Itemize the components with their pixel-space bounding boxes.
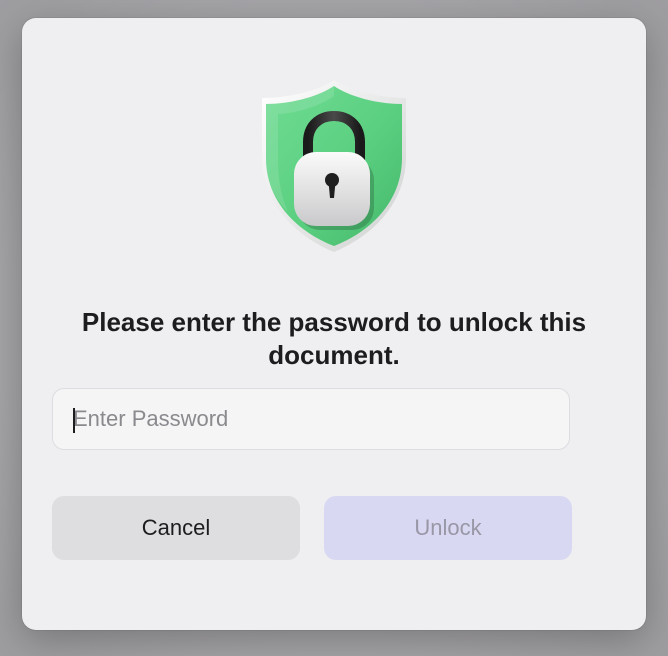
password-input[interactable]: [52, 388, 570, 450]
cancel-button[interactable]: Cancel: [52, 496, 300, 560]
text-cursor: [73, 408, 75, 433]
shield-lock-icon: [258, 76, 410, 256]
unlock-button[interactable]: Unlock: [324, 496, 572, 560]
unlock-message: Please enter the password to unlock this…: [81, 307, 587, 370]
